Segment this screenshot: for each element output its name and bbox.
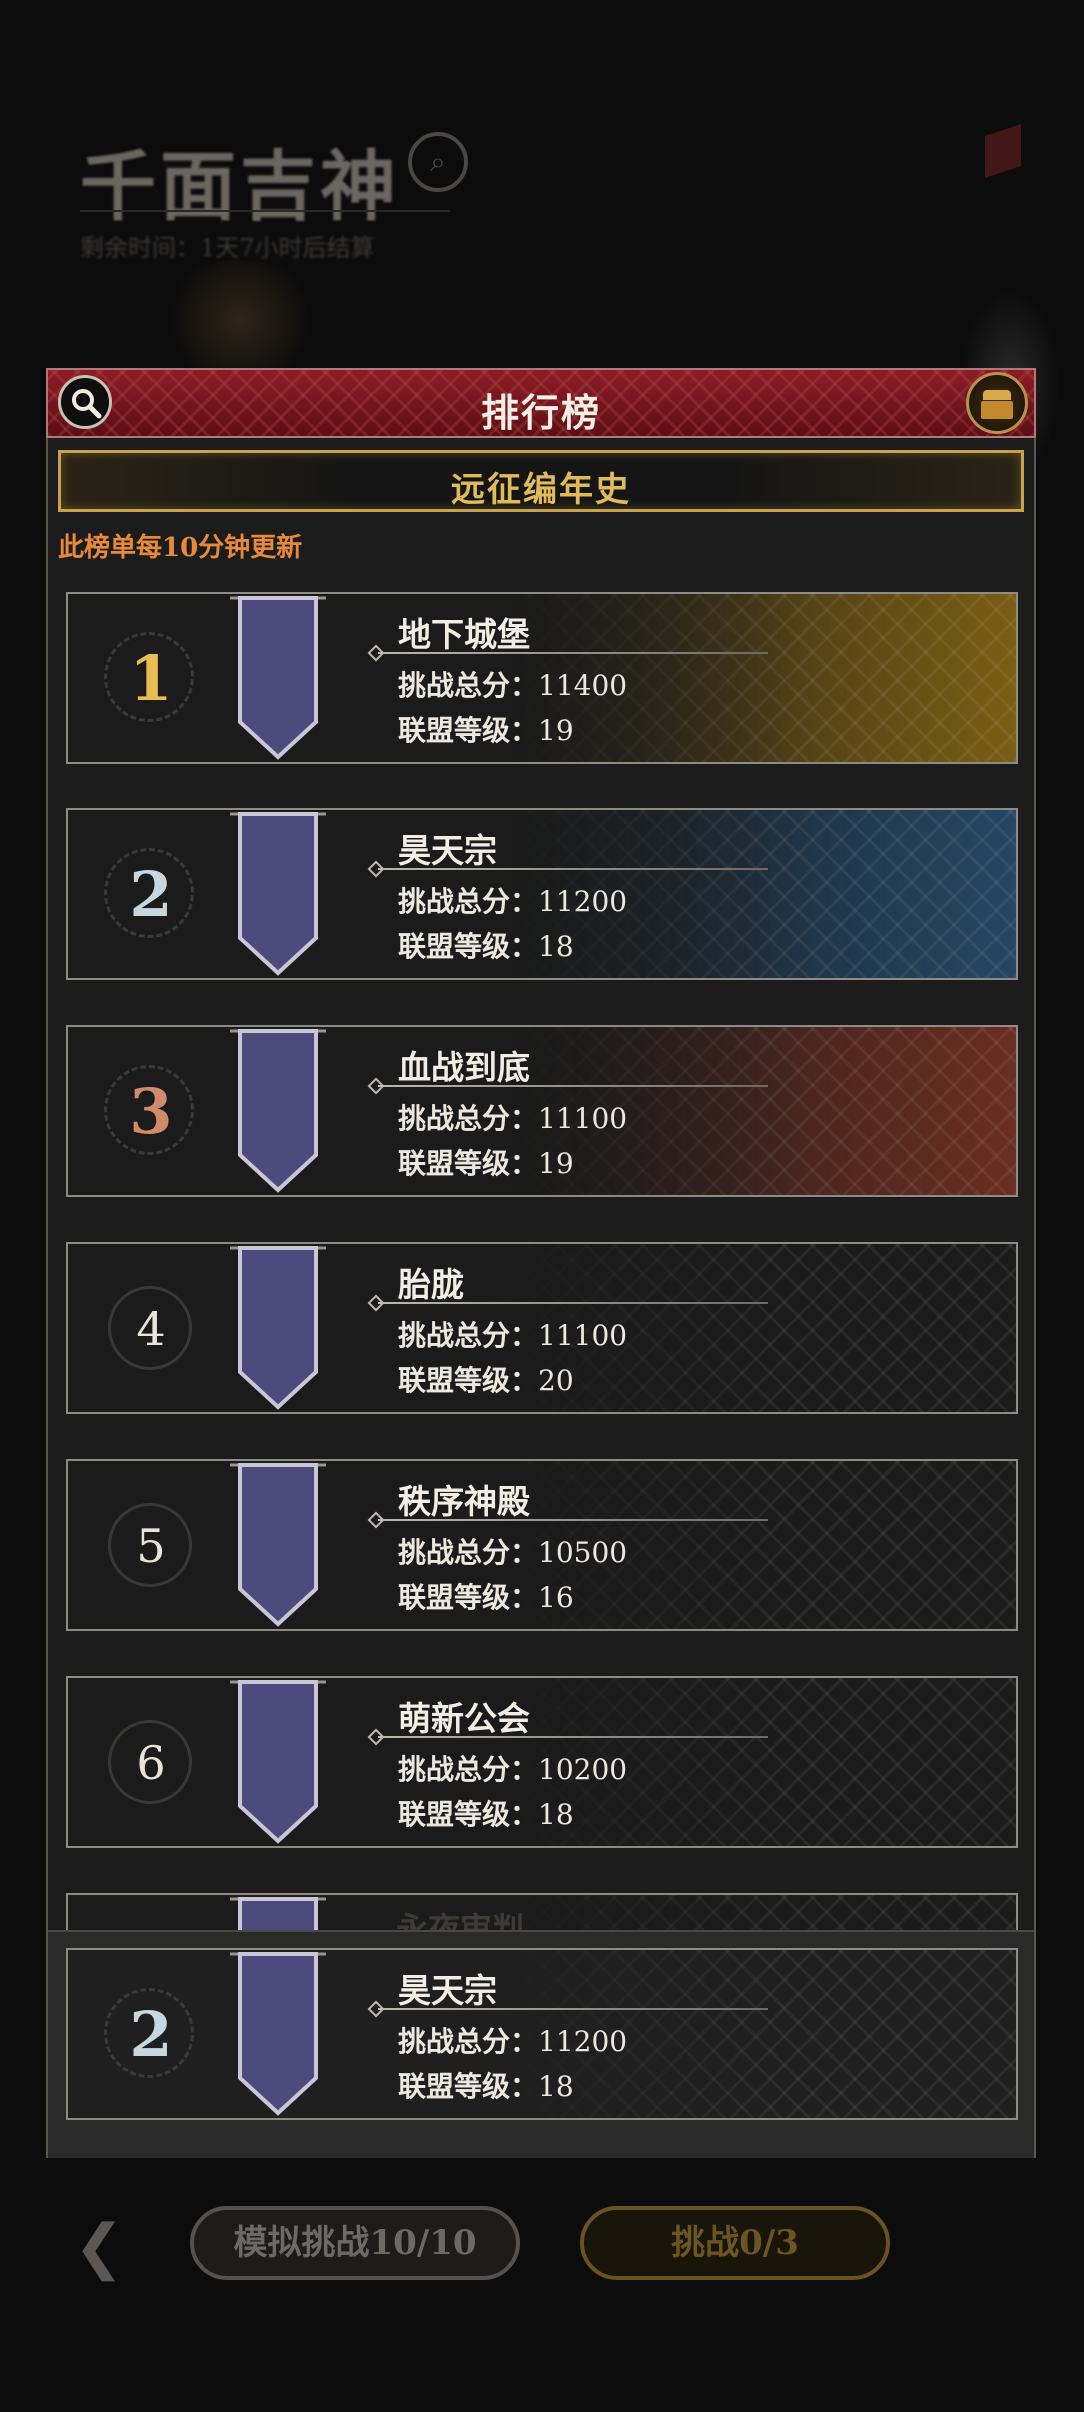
guild-name: 胎胧 bbox=[398, 1265, 464, 1304]
simulate-challenge-button[interactable]: 模拟挑战10/10 bbox=[190, 2206, 520, 2280]
guild-name: 地下城堡 bbox=[398, 615, 530, 654]
rank-number: 1 bbox=[104, 632, 196, 724]
level-stat: 联盟等级：18 bbox=[398, 930, 574, 963]
guild-banner-icon bbox=[230, 1952, 326, 2116]
leaderboard-row[interactable]: 2 昊天宗 挑战总分：11200 联盟等级：18 bbox=[66, 808, 1018, 980]
guild-banner-icon bbox=[230, 1029, 326, 1193]
leaderboard-row[interactable]: 4 胎胧 挑战总分：11100 联盟等级：20 bbox=[66, 1242, 1018, 1414]
rank-number: 3 bbox=[104, 1065, 196, 1157]
guild-name: 昊天宗 bbox=[398, 1971, 497, 2010]
leaderboard-header: 排行榜 bbox=[46, 368, 1036, 438]
leaderboard-row[interactable]: 3 血战到底 挑战总分：11100 联盟等级：19 bbox=[66, 1025, 1018, 1197]
level-stat: 联盟等级：19 bbox=[398, 714, 574, 747]
score-stat: 挑战总分：11100 bbox=[398, 1102, 628, 1135]
level-stat: 联盟等级：19 bbox=[398, 1147, 574, 1180]
level-stat: 联盟等级：18 bbox=[398, 1798, 574, 1831]
level-stat: 联盟等级：16 bbox=[398, 1581, 574, 1614]
rank-number: 5 bbox=[106, 1501, 196, 1591]
leaderboard-row[interactable]: 1 地下城堡 挑战总分：11400 联盟等级：19 bbox=[66, 592, 1018, 764]
background-glow bbox=[160, 260, 320, 380]
back-arrow-icon[interactable]: ❮ bbox=[58, 2212, 140, 2282]
guild-banner-icon bbox=[230, 1680, 326, 1844]
rank-number: 4 bbox=[106, 1284, 196, 1374]
update-note: 此榜单每10分钟更新 bbox=[58, 533, 303, 563]
reward-chest-icon[interactable] bbox=[966, 372, 1028, 434]
score-stat: 挑战总分：10500 bbox=[398, 1536, 628, 1569]
rank-number: 2 bbox=[104, 848, 196, 940]
guild-banner-icon bbox=[230, 1246, 326, 1410]
bottom-bar bbox=[0, 2160, 1084, 2412]
level-stat: 联盟等级：18 bbox=[398, 2070, 574, 2103]
search-icon[interactable] bbox=[58, 375, 112, 429]
event-countdown: 剩余时间：1天7小时后结算 bbox=[80, 234, 375, 262]
tab-expedition-chronicle[interactable]: 远征编年史 bbox=[58, 450, 1024, 512]
flag-icon bbox=[985, 124, 1021, 178]
my-guild-row[interactable]: 2 昊天宗 挑战总分：11200 联盟等级：18 bbox=[66, 1948, 1018, 2120]
score-stat: 挑战总分：11200 bbox=[398, 885, 628, 918]
guild-banner-icon bbox=[230, 596, 326, 760]
score-stat: 挑战总分：10200 bbox=[398, 1753, 628, 1786]
score-stat: 挑战总分：11200 bbox=[398, 2025, 628, 2058]
rank-number: 6 bbox=[106, 1718, 196, 1808]
leaderboard-title: 排行榜 bbox=[480, 390, 601, 435]
score-stat: 挑战总分：11100 bbox=[398, 1319, 628, 1352]
guild-name: 昊天宗 bbox=[398, 831, 497, 870]
guild-name: 血战到底 bbox=[398, 1048, 530, 1087]
event-title: 千面吉神 bbox=[80, 142, 400, 231]
guild-banner-icon bbox=[230, 812, 326, 976]
challenge-button[interactable]: 挑战0/3 bbox=[580, 2206, 890, 2280]
event-info-icon: ⌕ bbox=[408, 132, 468, 192]
level-stat: 联盟等级：20 bbox=[398, 1364, 574, 1397]
leaderboard-row[interactable]: 6 萌新公会 挑战总分：10200 联盟等级：18 bbox=[66, 1676, 1018, 1848]
guild-name: 萌新公会 bbox=[398, 1699, 530, 1738]
rank-number: 2 bbox=[104, 1988, 196, 2080]
leaderboard-row[interactable]: 5 秩序神殿 挑战总分：10500 联盟等级：16 bbox=[66, 1459, 1018, 1631]
guild-name: 秩序神殿 bbox=[398, 1482, 530, 1521]
score-stat: 挑战总分：11400 bbox=[398, 669, 628, 702]
guild-banner-icon bbox=[230, 1463, 326, 1627]
title-divider bbox=[80, 210, 450, 212]
tab-label: 远征编年史 bbox=[451, 470, 631, 510]
